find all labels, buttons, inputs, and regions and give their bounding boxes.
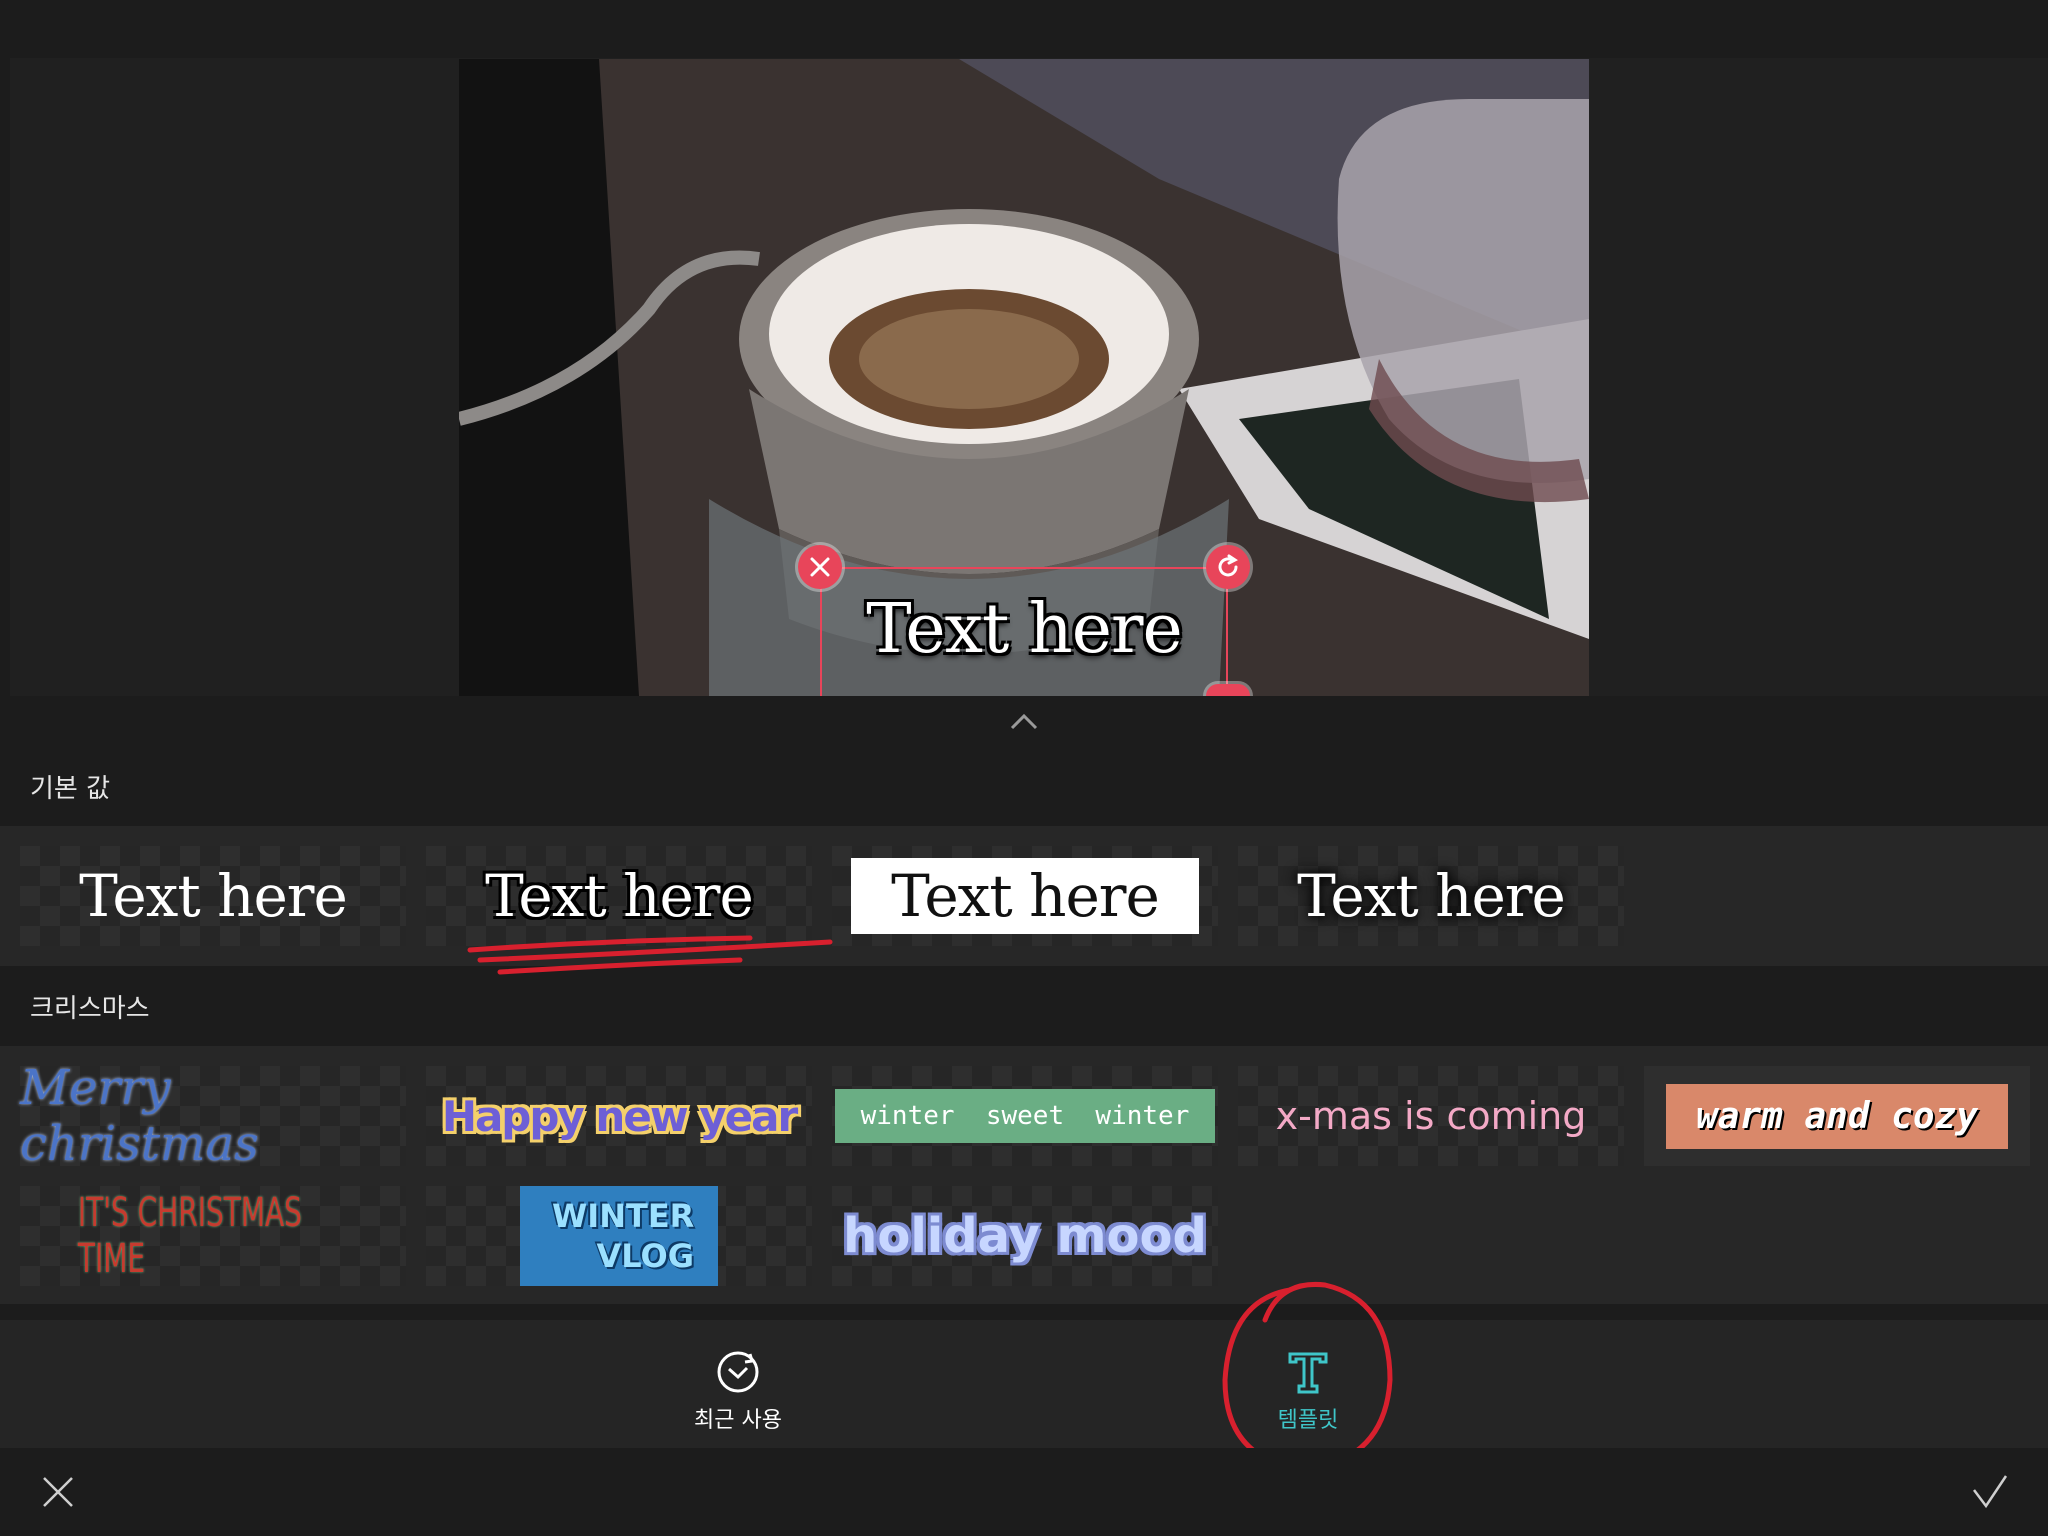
template-tile-happy-new-year[interactable]: Happy new year (426, 1066, 812, 1166)
template-tile-warm-cozy[interactable]: warm and cozy (1644, 1066, 2030, 1166)
template-label: Text here (79, 862, 348, 930)
scale-handle[interactable] (1206, 684, 1250, 696)
template-tile-basic-shadow[interactable]: Text here (1238, 846, 1624, 946)
template-label: Text here (851, 858, 1199, 934)
tab-label: 최근 사용 (694, 1408, 782, 1433)
delete-handle[interactable] (798, 545, 842, 589)
template-tile-christmas-time[interactable]: IT'S CHRISTMAS TIME (20, 1186, 406, 1286)
section-title-christmas: 크리스마스 (30, 994, 150, 1024)
clock-history-icon (717, 1351, 759, 1393)
template-label: Text here (485, 862, 754, 930)
template-label: Happy new year (441, 1091, 798, 1141)
template-tile-xmas-coming[interactable]: x-mas is coming (1238, 1066, 1624, 1166)
annotation-underline (467, 935, 833, 975)
template-label: winter sweet winter (834, 1089, 1216, 1143)
cancel-button[interactable] (40, 1474, 76, 1510)
template-tile-winter-vlog[interactable]: WINTER VLOG (426, 1186, 812, 1286)
template-label: x-mas is coming (1275, 1094, 1587, 1138)
rotate-icon (1218, 554, 1238, 577)
template-label: Text here (1297, 862, 1566, 930)
template-tile-basic-plain[interactable]: Text here (20, 846, 406, 946)
template-tile-winter-sweet[interactable]: winter sweet winter (832, 1066, 1218, 1166)
template-tile-merry-christmas[interactable]: Merry christmas (20, 1060, 406, 1172)
text-overlay[interactable]: Text here (820, 590, 1228, 669)
template-label: holiday mood (843, 1208, 1207, 1264)
template-label: Merry christmas (20, 1060, 259, 1172)
template-label: IT'S CHRISTMAS TIME (77, 1190, 302, 1282)
rotate-handle[interactable] (1206, 545, 1250, 589)
template-tile-basic-box[interactable]: Text here (832, 846, 1218, 946)
tab-recent[interactable]: 최근 사용 (668, 1348, 808, 1434)
chevron-up-icon (1010, 713, 1038, 730)
template-label: VLOG (596, 1237, 694, 1275)
confirm-button[interactable] (1972, 1474, 2008, 1510)
template-label: warm and cozy (1666, 1083, 2008, 1149)
close-icon (43, 1477, 73, 1507)
section-title-basic: 기본 값 (30, 774, 111, 804)
winter-vlog-block: WINTER VLOG (520, 1186, 718, 1286)
close-icon (810, 557, 830, 577)
template-tile-holiday-mood[interactable]: holiday mood (832, 1186, 1218, 1286)
bottom-action-bar (0, 1448, 2048, 1536)
tab-bar (0, 1320, 2048, 1448)
collapse-button[interactable] (1004, 706, 1044, 736)
template-label: WINTER (552, 1197, 695, 1235)
check-icon (1973, 1475, 2008, 1509)
